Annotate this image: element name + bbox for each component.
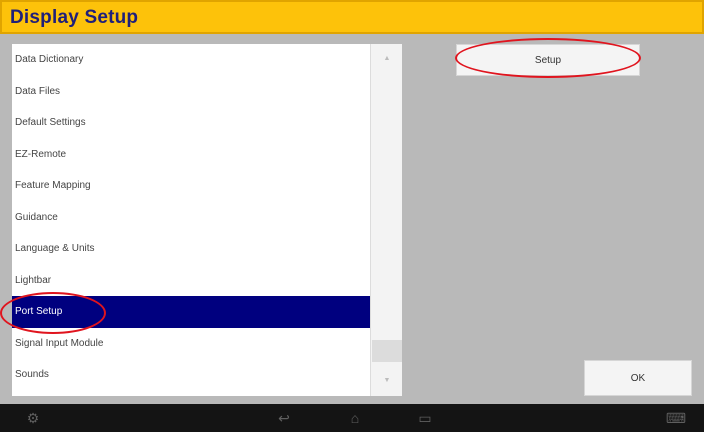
list-item-lightbar[interactable]: Lightbar xyxy=(12,265,370,297)
scrollbar-thumb[interactable] xyxy=(372,340,402,362)
list-item-guidance[interactable]: Guidance xyxy=(12,202,370,234)
back-icon[interactable]: ↩ xyxy=(272,408,296,428)
triangle-down-icon[interactable]: ▼ xyxy=(371,366,403,396)
list-item-port-setup[interactable]: Port Setup xyxy=(12,296,370,328)
list-item-sounds[interactable]: Sounds xyxy=(12,359,370,391)
setup-button[interactable]: Setup xyxy=(456,44,640,76)
list-item-data-files[interactable]: Data Files xyxy=(12,76,370,108)
android-nav-bar: ⚙ ↩ ⌂ ▭ ⌨ xyxy=(0,404,704,432)
list-item-ez-remote[interactable]: EZ-Remote xyxy=(12,139,370,171)
ok-button[interactable]: OK xyxy=(584,360,692,396)
title-bar: Display Setup xyxy=(0,0,704,34)
settings-icon[interactable]: ⚙ xyxy=(22,408,44,428)
keyboard-icon[interactable]: ⌨ xyxy=(664,408,688,428)
window-title: Display Setup xyxy=(10,7,139,28)
list-scrollbar[interactable]: ▲ ▼ xyxy=(370,44,402,396)
list-item-feature-mapping[interactable]: Feature Mapping xyxy=(12,170,370,202)
setup-list-items: Data Dictionary Data Files Default Setti… xyxy=(12,44,370,396)
triangle-up-icon[interactable]: ▲ xyxy=(371,44,403,74)
recents-icon[interactable]: ▭ xyxy=(413,408,437,428)
home-icon[interactable]: ⌂ xyxy=(343,408,367,428)
setup-list: Data Dictionary Data Files Default Setti… xyxy=(12,44,402,396)
list-item-default-settings[interactable]: Default Settings xyxy=(12,107,370,139)
list-item-data-dictionary[interactable]: Data Dictionary xyxy=(12,44,370,76)
content-area: Data Dictionary Data Files Default Setti… xyxy=(0,34,704,404)
list-item-signal-input-module[interactable]: Signal Input Module xyxy=(12,328,370,360)
list-item-language-units[interactable]: Language & Units xyxy=(12,233,370,265)
